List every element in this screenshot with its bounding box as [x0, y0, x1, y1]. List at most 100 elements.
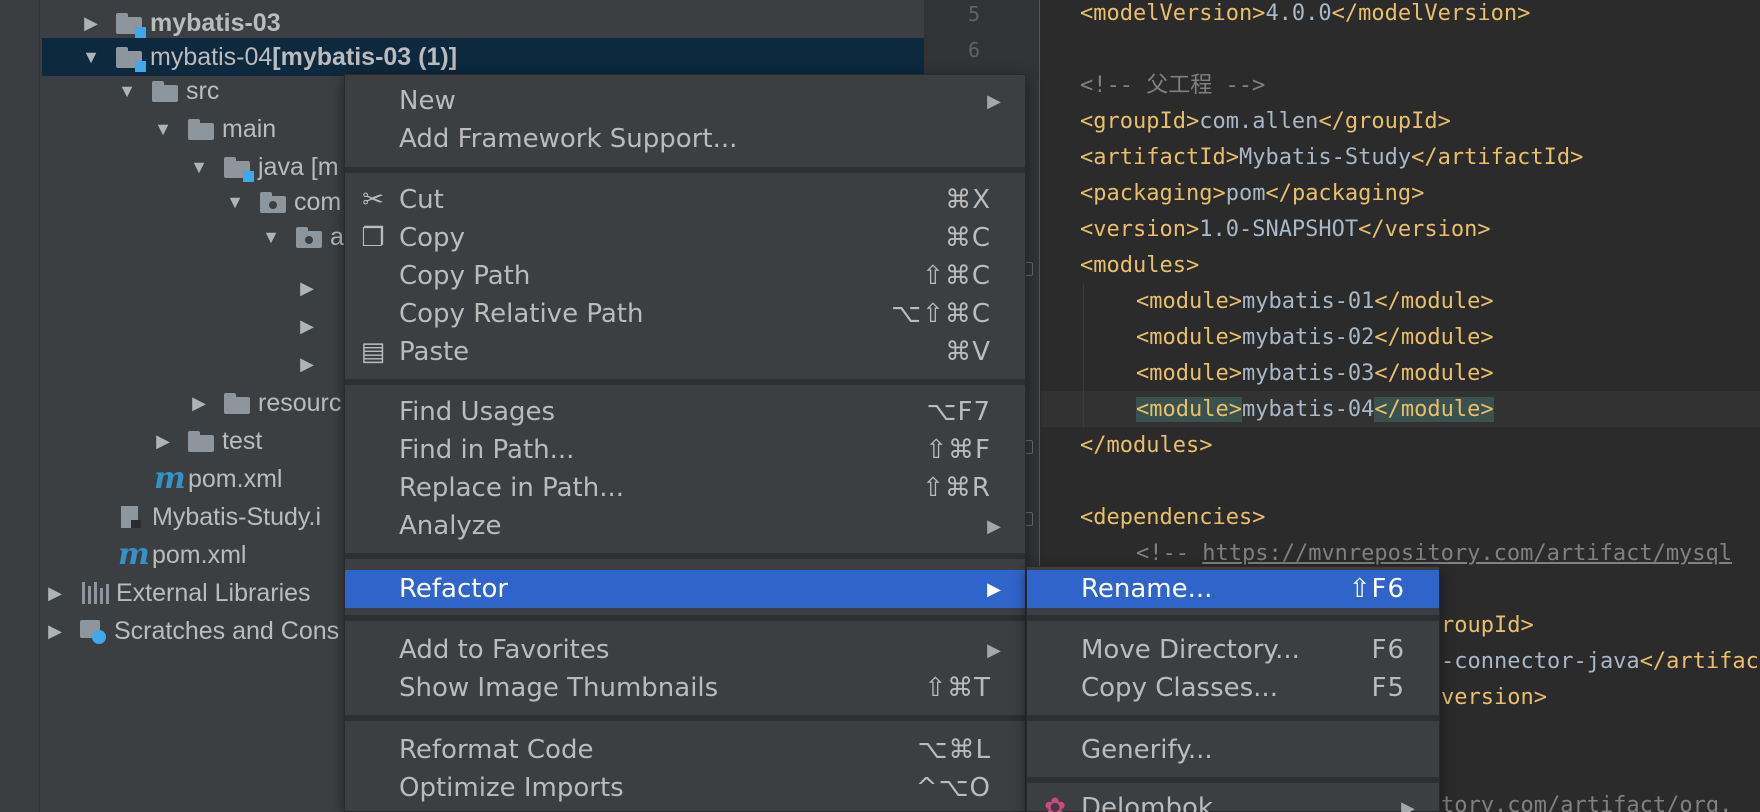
tree-item-label: External Libraries: [116, 578, 311, 607]
tree-item-label: src: [186, 76, 220, 105]
menu-separator: [345, 167, 1025, 173]
expand-arrow-icon[interactable]: ▶: [44, 621, 66, 642]
menu-item-paste[interactable]: ▤ Paste ⌘V: [345, 333, 1025, 371]
lombok-chili-icon: ✿: [1044, 793, 1066, 812]
scissors-icon: ✂: [362, 185, 384, 215]
libraries-icon: [80, 582, 109, 604]
comment-link[interactable]: https://mvnrepository.com/artifact/mysql: [1202, 541, 1732, 566]
tree-item-mybatis-04[interactable]: ▼ mybatis-04 [mybatis-03 (1)]: [42, 38, 924, 76]
menu-separator: [345, 553, 1025, 559]
menu-item-optimize-imports[interactable]: Optimize Imports ^⌥O: [345, 769, 1025, 807]
scratches-icon: [80, 620, 106, 644]
iml-file-icon: [118, 506, 144, 528]
menu-separator: [1027, 777, 1439, 783]
code-line: </modules>: [1080, 433, 1213, 458]
code-line: <groupId>com.allen</groupId>: [1080, 109, 1451, 134]
menu-separator: [345, 615, 1025, 621]
collapse-arrow-icon[interactable]: ▼: [224, 192, 246, 213]
tree-item-label: a: [330, 222, 344, 251]
collapse-arrow-icon[interactable]: ▼: [260, 227, 282, 248]
menu-item-find-usages[interactable]: Find Usages ⌥F7: [345, 393, 1025, 431]
tree-item-root-pom[interactable]: m pom.xml: [104, 536, 246, 574]
menu-item-show-image-thumbnails[interactable]: Show Image Thumbnails ⇧⌘T: [345, 669, 1025, 707]
package-icon: [296, 226, 322, 248]
menu-item-replace-in-path[interactable]: Replace in Path... ⇧⌘R: [345, 469, 1025, 507]
menu-item-cut[interactable]: ✂ Cut ⌘X: [345, 181, 1025, 219]
menu-separator: [345, 379, 1025, 385]
tree-item-resources[interactable]: ▶ resourc: [188, 384, 341, 422]
tree-item-label: mybatis-04: [150, 42, 273, 71]
tree-item-main[interactable]: ▼ main: [152, 110, 276, 148]
menu-item-generify[interactable]: Generify...: [1027, 731, 1439, 769]
tree-item-label: main: [222, 114, 277, 143]
expand-arrow-icon[interactable]: ▶: [296, 278, 318, 299]
tree-item-label: Mybatis-Study.i: [152, 502, 322, 531]
tree-item-java[interactable]: ▼ java [m: [188, 148, 339, 186]
tree-item-src[interactable]: ▼ src: [116, 72, 219, 110]
menu-item-copy-relative-path[interactable]: Copy Relative Path ⌥⇧⌘C: [345, 295, 1025, 333]
expand-arrow-icon[interactable]: ▶: [44, 583, 66, 604]
module-folder-icon: [116, 46, 146, 72]
menu-item-reformat-code[interactable]: Reformat Code ⌥⌘L: [345, 731, 1025, 769]
expand-arrow-icon[interactable]: ▶: [152, 431, 174, 452]
folder-icon: [224, 392, 250, 414]
line-number: 5: [967, 2, 980, 26]
expand-arrow-icon[interactable]: ▶: [188, 393, 210, 414]
menu-item-new[interactable]: New ▶: [345, 82, 1025, 120]
tree-item-label: pom.xml: [188, 464, 283, 493]
menu-item-move-directory[interactable]: Move Directory... F6: [1027, 631, 1439, 669]
code-line: <module>mybatis-03</module>: [1136, 361, 1494, 386]
menu-item-find-in-path[interactable]: Find in Path... ⇧⌘F: [345, 431, 1025, 469]
code-line: <modules>: [1080, 253, 1200, 278]
tree-item-module-name: [mybatis-03 (1)]: [272, 42, 458, 71]
expand-arrow-icon[interactable]: ▶: [80, 13, 102, 34]
expand-arrow-icon[interactable]: ▶: [296, 354, 318, 375]
menu-item-analyze[interactable]: Analyze ▶: [345, 507, 1025, 545]
tree-item-label: resourc: [258, 388, 342, 417]
tree-item-com[interactable]: ▼ com: [224, 183, 341, 221]
menu-item-add-to-favorites[interactable]: Add to Favorites ▶: [345, 631, 1025, 669]
folder-icon: [188, 118, 214, 140]
tree-item-subpackage[interactable]: ▶: [296, 345, 318, 383]
tree-item-subpackage[interactable]: ▶: [296, 269, 318, 307]
menu-item-refactor[interactable]: Refactor ▶: [345, 570, 1025, 608]
menu-item-rename[interactable]: Rename... ⇧F6: [1027, 570, 1439, 608]
tree-item-test[interactable]: ▶ test: [152, 422, 262, 460]
tree-item-scratches[interactable]: ▶ Scratches and Cons: [44, 612, 339, 650]
tree-item-subpackage[interactable]: ▶: [296, 307, 318, 345]
menu-item-add-framework-support[interactable]: Add Framework Support...: [345, 120, 1025, 158]
tree-item-label: java [m: [258, 152, 339, 181]
collapse-arrow-icon[interactable]: ▼: [152, 119, 174, 140]
tree-item-module-pom[interactable]: m pom.xml: [140, 460, 282, 498]
module-folder-icon: [116, 12, 146, 38]
tree-item-external-libraries[interactable]: ▶ External Libraries: [44, 574, 311, 612]
tree-item-mybatis-03[interactable]: ▶ mybatis-03: [80, 4, 281, 42]
tree-item-label: pom.xml: [152, 540, 247, 569]
menu-item-delombok[interactable]: ✿ Delombok ▶: [1027, 789, 1439, 812]
code-line: <artifactId>Mybatis-Study</artifactId>: [1080, 145, 1584, 170]
menu-item-copy-path[interactable]: Copy Path ⇧⌘C: [345, 257, 1025, 295]
menu-separator: [345, 715, 1025, 721]
submenu-arrow-icon: ▶: [1401, 797, 1415, 812]
maven-icon: m: [154, 461, 186, 496]
collapse-arrow-icon[interactable]: ▼: [80, 47, 102, 68]
collapse-arrow-icon[interactable]: ▼: [188, 157, 210, 178]
tree-item-label: Scratches and Cons: [114, 616, 340, 645]
code-line: <dependencies>: [1080, 505, 1266, 530]
code-line: <modelVersion>4.0.0</modelVersion>: [1080, 1, 1531, 26]
menu-item-copy-classes[interactable]: Copy Classes... F5: [1027, 669, 1439, 707]
menu-item-copy[interactable]: ❐ Copy ⌘C: [345, 219, 1025, 257]
tree-gutter: [0, 0, 40, 812]
tree-item-label: test: [222, 426, 263, 455]
tree-item-iml[interactable]: Mybatis-Study.i: [104, 498, 321, 536]
copy-icon: ❐: [361, 223, 385, 253]
collapse-arrow-icon[interactable]: ▼: [116, 81, 138, 102]
code-line: tory.com/artifact/org.: [1441, 793, 1733, 812]
expand-arrow-icon[interactable]: ▶: [296, 316, 318, 337]
folder-icon: [152, 80, 178, 102]
source-folder-icon: [224, 156, 254, 182]
menu-separator: [1027, 715, 1439, 721]
code-line: <module>mybatis-02</module>: [1136, 325, 1494, 350]
line-number: 6: [967, 38, 980, 62]
tree-item-package[interactable]: ▼ a: [260, 218, 344, 256]
